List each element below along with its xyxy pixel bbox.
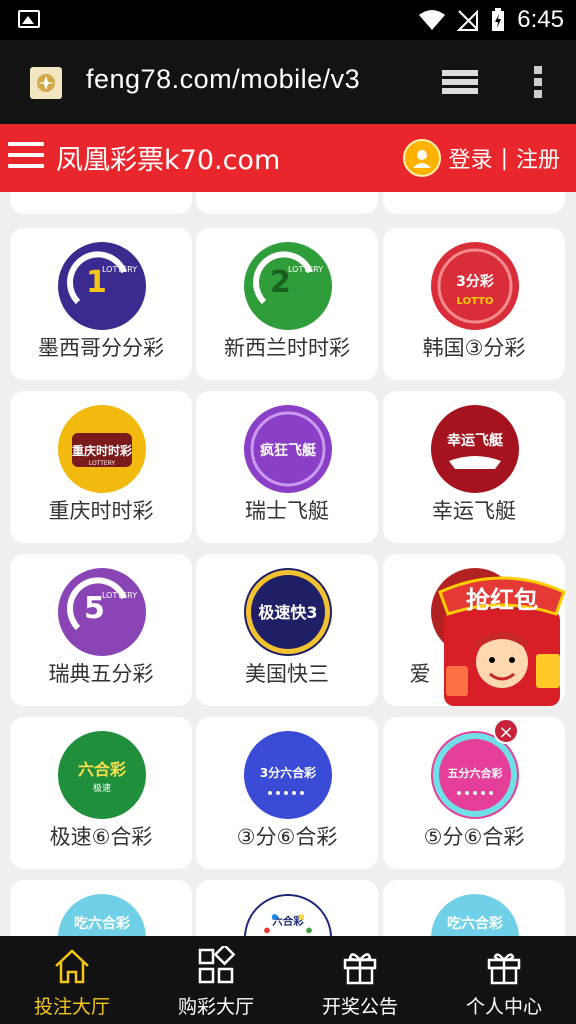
login-area: 登录 | 注册 bbox=[402, 138, 560, 178]
register-link[interactable]: 注册 bbox=[516, 142, 560, 174]
svg-text:3分六合彩: 3分六合彩 bbox=[260, 765, 316, 780]
game-logo-icon: 极速快3 bbox=[244, 568, 332, 656]
svg-text:3分彩: 3分彩 bbox=[456, 273, 494, 290]
svg-text:极速快3: 极速快3 bbox=[258, 603, 317, 622]
hamburger-menu-icon[interactable] bbox=[8, 142, 44, 170]
nav-profile[interactable]: 个人中心 bbox=[432, 936, 576, 1024]
nav-betting-hall[interactable]: 投注大厅 bbox=[0, 936, 144, 1024]
svg-text:吃六合彩: 吃六合彩 bbox=[447, 915, 503, 932]
status-bar: 6:45 bbox=[0, 0, 576, 40]
game-name: 墨西哥分分彩 bbox=[38, 336, 164, 360]
bottom-nav: 投注大厅 购彩大厅 开奖公告 个人中心 bbox=[0, 936, 576, 1024]
gift-box-icon bbox=[487, 953, 521, 985]
user-avatar-icon[interactable] bbox=[402, 139, 441, 177]
separator: | bbox=[500, 145, 508, 171]
svg-text:LOTTO: LOTTO bbox=[457, 296, 494, 307]
game-card[interactable]: 5 LOTTERY 瑞典五分彩 bbox=[10, 554, 192, 706]
game-card[interactable]: 六合彩极速 极速⑥合彩 bbox=[10, 717, 192, 869]
game-card[interactable]: 六合彩 bbox=[196, 880, 378, 936]
nav-label: 个人中心 bbox=[465, 996, 542, 1018]
game-logo-icon: 吃六合彩 bbox=[431, 894, 519, 936]
svg-text:重庆时时彩: 重庆时时彩 bbox=[72, 443, 132, 458]
home-icon bbox=[55, 949, 89, 984]
game-logo-icon: 六合彩 bbox=[244, 894, 332, 936]
battery-charging-icon bbox=[492, 8, 505, 31]
wifi-icon bbox=[419, 10, 446, 30]
grid-icon bbox=[198, 946, 236, 984]
game-card[interactable] bbox=[196, 192, 378, 214]
svg-text:六合彩: 六合彩 bbox=[78, 760, 126, 779]
login-link[interactable]: 登录 bbox=[449, 142, 493, 174]
game-logo-icon: 2 LOTTERY bbox=[244, 242, 332, 330]
game-card[interactable]: 3分六合彩 ③分⑥合彩 bbox=[196, 717, 378, 869]
svg-text:LOTTERY: LOTTERY bbox=[102, 591, 137, 600]
game-name: 极速⑥合彩 bbox=[49, 825, 153, 849]
game-logo-icon: 5 LOTTERY bbox=[58, 568, 146, 656]
game-name: 幸运飞艇 bbox=[432, 499, 516, 523]
game-card[interactable]: 疯狂飞艇 瑞士飞艇 bbox=[196, 391, 378, 543]
game-logo-icon: 重庆时时彩 LOTTERY bbox=[58, 405, 146, 493]
svg-text:极速: 极速 bbox=[93, 782, 111, 794]
clock: 6:45 bbox=[517, 6, 564, 33]
svg-text:抢红包: 抢红包 bbox=[466, 586, 538, 614]
red-envelope-ad[interactable]: 抢红包 bbox=[436, 570, 568, 710]
game-card[interactable] bbox=[383, 192, 565, 214]
game-name: 瑞士飞艇 bbox=[245, 499, 329, 523]
game-name: ③分⑥合彩 bbox=[236, 825, 338, 849]
overflow-menu-icon[interactable] bbox=[528, 64, 548, 100]
svg-text:LOTTERY: LOTTERY bbox=[102, 265, 137, 274]
svg-text:吃六合彩: 吃六合彩 bbox=[74, 915, 130, 932]
game-name: 瑞典五分彩 bbox=[48, 662, 154, 686]
game-card[interactable]: 3分彩 LOTTO 韩国③分彩 bbox=[383, 228, 565, 380]
site-favicon-icon bbox=[30, 67, 62, 99]
nav-draw-results[interactable]: 开奖公告 bbox=[288, 936, 432, 1024]
site-title: 凤凰彩票k70.com bbox=[56, 145, 281, 176]
game-logo-icon: 3分六合彩 bbox=[244, 731, 332, 819]
game-name: ⑤分⑥合彩 bbox=[423, 825, 525, 849]
site-header: 凤凰彩票k70.com 登录 | 注册 bbox=[0, 124, 576, 192]
game-logo-icon: 疯狂飞艇 bbox=[244, 405, 332, 493]
game-logo-icon: 幸运飞艇 bbox=[431, 405, 519, 493]
game-card[interactable]: 吃六合彩 bbox=[383, 880, 565, 936]
game-card[interactable]: 吃六合彩 bbox=[10, 880, 192, 936]
svg-text:幸运飞艇: 幸运飞艇 bbox=[447, 432, 504, 449]
svg-text:五分六合彩: 五分六合彩 bbox=[448, 766, 503, 780]
game-logo-icon: 1 LOTTERY bbox=[58, 242, 146, 330]
gift-icon bbox=[343, 953, 377, 985]
svg-text:LOTTERY: LOTTERY bbox=[288, 265, 323, 274]
no-signal-icon bbox=[457, 9, 479, 31]
nav-label: 购彩大厅 bbox=[177, 996, 254, 1018]
browser-toolbar: feng78.com/mobile/v3 bbox=[0, 40, 576, 124]
url-field[interactable]: feng78.com/mobile/v3 bbox=[86, 64, 360, 95]
game-card[interactable]: 重庆时时彩 LOTTERY 重庆时时彩 bbox=[10, 391, 192, 543]
game-logo-icon: 3分彩 LOTTO bbox=[431, 242, 519, 330]
game-name: 韩国③分彩 bbox=[422, 336, 526, 360]
game-card[interactable] bbox=[10, 192, 192, 214]
svg-text:疯狂飞艇: 疯狂飞艇 bbox=[260, 442, 317, 459]
game-card[interactable]: 幸运飞艇 幸运飞艇 bbox=[383, 391, 565, 543]
nav-label: 开奖公告 bbox=[321, 996, 398, 1018]
game-card[interactable]: 2 LOTTERY 新西兰时时彩 bbox=[196, 228, 378, 380]
game-logo-icon: 吃六合彩 bbox=[58, 894, 146, 936]
game-name: 重庆时时彩 bbox=[48, 499, 154, 523]
game-name: 新西兰时时彩 bbox=[224, 336, 350, 360]
svg-text:LOTTERY: LOTTERY bbox=[89, 460, 116, 467]
game-grid: 1 LOTTERY 墨西哥分分彩 2 LOTTERY 新西兰时时彩 3分彩 LOTTO… bbox=[0, 192, 576, 936]
game-logo-icon: 六合彩 极速 bbox=[58, 731, 146, 819]
game-card[interactable]: 1 LOTTERY 墨西哥分分彩 bbox=[10, 228, 192, 380]
image-notification-icon bbox=[18, 10, 40, 28]
nav-label: 投注大厅 bbox=[33, 996, 110, 1018]
tabs-icon[interactable] bbox=[440, 66, 480, 98]
close-ad-icon[interactable]: × bbox=[493, 718, 519, 744]
nav-lottery-hall[interactable]: 购彩大厅 bbox=[144, 936, 288, 1024]
game-card[interactable]: 五分六合彩 ⑤分⑥合彩 bbox=[383, 717, 565, 869]
status-icons: 6:45 bbox=[419, 6, 564, 34]
